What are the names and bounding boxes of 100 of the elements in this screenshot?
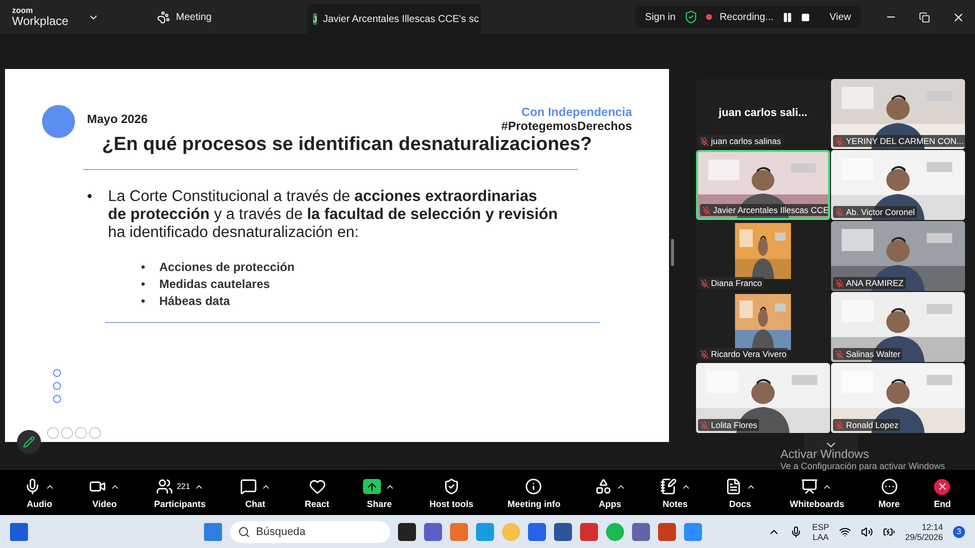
muted-icon bbox=[700, 136, 709, 146]
name-tag: Salinas Walter bbox=[833, 348, 902, 360]
stop-icon[interactable] bbox=[800, 12, 810, 22]
bullet: • bbox=[141, 294, 146, 308]
volume-icon[interactable] bbox=[861, 526, 874, 538]
slide-paragraph: La Corte Constitucional a través de acciones extraordinarias de protección y a través de la facultad de selección y revisión ha identificado desnaturalización en: bbox=[108, 188, 558, 241]
slide-tagline: Con Independencia bbox=[520, 105, 632, 119]
notebook-icon bbox=[660, 478, 677, 495]
muted-icon bbox=[835, 420, 844, 430]
chat-icon bbox=[240, 478, 257, 495]
video-tile[interactable]: Salinas Walter bbox=[831, 292, 965, 362]
nav-dot[interactable] bbox=[53, 382, 61, 390]
muted-icon bbox=[700, 350, 709, 358]
start-icon[interactable] bbox=[204, 522, 222, 540]
muted-icon bbox=[702, 206, 711, 214]
bullet: • bbox=[87, 188, 92, 206]
keyboard-layout[interactable]: LAA bbox=[812, 532, 829, 542]
video-tile[interactable]: juan carlos sali... juan carlos salinas bbox=[696, 79, 830, 149]
muted-icon bbox=[835, 208, 844, 216]
list-item: Acciones de protección bbox=[159, 260, 295, 274]
activation-subtitle: Ve a Configuración para activar Windows bbox=[780, 461, 945, 471]
muted-icon bbox=[700, 420, 709, 430]
name-tag: ANA RAMIREZ bbox=[833, 277, 906, 289]
name-tag: juan carlos salinas bbox=[698, 135, 783, 147]
toolbar-button[interactable]: More bbox=[878, 476, 900, 508]
toolbar-button[interactable]: Host tools bbox=[429, 476, 474, 508]
bullet: • bbox=[141, 277, 146, 291]
meeting-tab[interactable]: J Javier Arcentales Illescas CCE's sc bbox=[307, 4, 481, 34]
name-tag: Ricardo Vera Vivero bbox=[698, 348, 788, 360]
widgets-icon[interactable] bbox=[10, 522, 28, 540]
nav-dot[interactable] bbox=[53, 369, 61, 377]
muted-icon bbox=[835, 350, 844, 358]
toolbar-button[interactable]: Notes bbox=[660, 476, 691, 508]
app-icon[interactable] bbox=[398, 522, 416, 540]
shield-icon bbox=[684, 10, 698, 24]
toolbar-button[interactable]: Apps bbox=[594, 476, 626, 508]
name-tag: Javier Arcentales Illescas CCE bbox=[700, 204, 828, 216]
toolbar-button[interactable]: End bbox=[934, 476, 951, 508]
toolbar-button[interactable]: Docs bbox=[724, 476, 756, 508]
toolbar-button[interactable]: Share bbox=[363, 476, 396, 508]
nav-dot[interactable] bbox=[53, 395, 61, 403]
microphone-icon[interactable] bbox=[790, 526, 802, 538]
meeting-menu[interactable]: Meeting bbox=[176, 12, 212, 22]
video-tile[interactable]: Diana Franco bbox=[696, 221, 830, 291]
more-icon bbox=[880, 478, 898, 495]
restore-icon[interactable] bbox=[919, 12, 930, 22]
notification-badge[interactable]: 3 bbox=[953, 526, 965, 538]
app-logo: Workplace bbox=[12, 15, 70, 27]
recording-status: Recording... bbox=[720, 12, 774, 22]
search-icon bbox=[238, 526, 250, 538]
name-tag: Ronald Lopez bbox=[833, 419, 900, 431]
pause-icon[interactable] bbox=[782, 12, 792, 22]
video-tile[interactable]: Javier Arcentales Illescas CCE bbox=[696, 150, 830, 220]
tab-title: Javier Arcentales Illescas CCE's sc bbox=[323, 14, 479, 24]
sign-in-link[interactable]: Sign in bbox=[645, 12, 676, 22]
toolbar-button[interactable]: Whiteboards bbox=[790, 476, 844, 508]
view-button[interactable]: View bbox=[830, 12, 851, 22]
muted-icon bbox=[835, 278, 844, 288]
video-tile[interactable]: Lolita Flores bbox=[696, 363, 830, 433]
close-icon[interactable] bbox=[952, 10, 965, 24]
toolbar-button[interactable]: React bbox=[304, 476, 330, 508]
video-tile[interactable]: Ab. Victor Coronel bbox=[831, 150, 965, 220]
toolbar-button[interactable]: Audio bbox=[24, 476, 55, 508]
shield-icon bbox=[442, 478, 460, 495]
bullet: • bbox=[141, 260, 146, 274]
record-dot-icon bbox=[706, 14, 712, 20]
list-item: Hábeas data bbox=[159, 294, 230, 308]
wifi-icon[interactable] bbox=[839, 526, 852, 538]
battery-icon[interactable] bbox=[883, 526, 896, 538]
slide-date: Mayo 2026 bbox=[87, 112, 148, 126]
annotate-button[interactable] bbox=[17, 430, 41, 454]
app-icon[interactable] bbox=[554, 522, 572, 540]
name-tag: YERINY DEL CARMEN CON... bbox=[833, 135, 965, 147]
clock-date[interactable]: 29/5/2026 bbox=[905, 532, 943, 542]
people-icon bbox=[156, 478, 173, 495]
info-icon bbox=[525, 478, 542, 495]
microphone-icon bbox=[24, 478, 41, 495]
resize-handle[interactable] bbox=[671, 239, 674, 266]
toolbar-button[interactable]: 221 Participants bbox=[154, 476, 206, 508]
participant-count: 221 bbox=[176, 482, 190, 491]
search-field[interactable]: Búsqueda bbox=[230, 520, 390, 542]
language[interactable]: ESP bbox=[812, 522, 830, 532]
video-tile[interactable]: Ricardo Vera Vivero bbox=[696, 292, 830, 362]
name-tag: Ab. Victor Coronel bbox=[833, 206, 917, 218]
share-icon bbox=[363, 479, 382, 494]
video-tile[interactable]: Ronald Lopez bbox=[831, 363, 965, 433]
toolbar-button[interactable]: Meeting info bbox=[507, 476, 560, 508]
video-tile[interactable]: YERINY DEL CARMEN CON... bbox=[831, 79, 965, 149]
participant-name: juan carlos sali... bbox=[718, 107, 808, 119]
clock-time[interactable]: 12:14 bbox=[922, 522, 943, 532]
activation-title: Activar Windows bbox=[780, 447, 870, 461]
heart-icon bbox=[308, 478, 326, 495]
avatar: J bbox=[313, 13, 317, 25]
toolbar-button[interactable]: Chat bbox=[240, 476, 271, 508]
slide-title: ¿En qué procesos se identifican desnaturalizaciones? bbox=[102, 134, 593, 156]
muted-icon bbox=[700, 278, 709, 288]
video-tile[interactable]: ANA RAMIREZ bbox=[831, 221, 965, 291]
document-icon bbox=[724, 478, 742, 495]
toolbar-button[interactable]: Video bbox=[89, 476, 120, 508]
whiteboard-icon bbox=[801, 478, 818, 495]
